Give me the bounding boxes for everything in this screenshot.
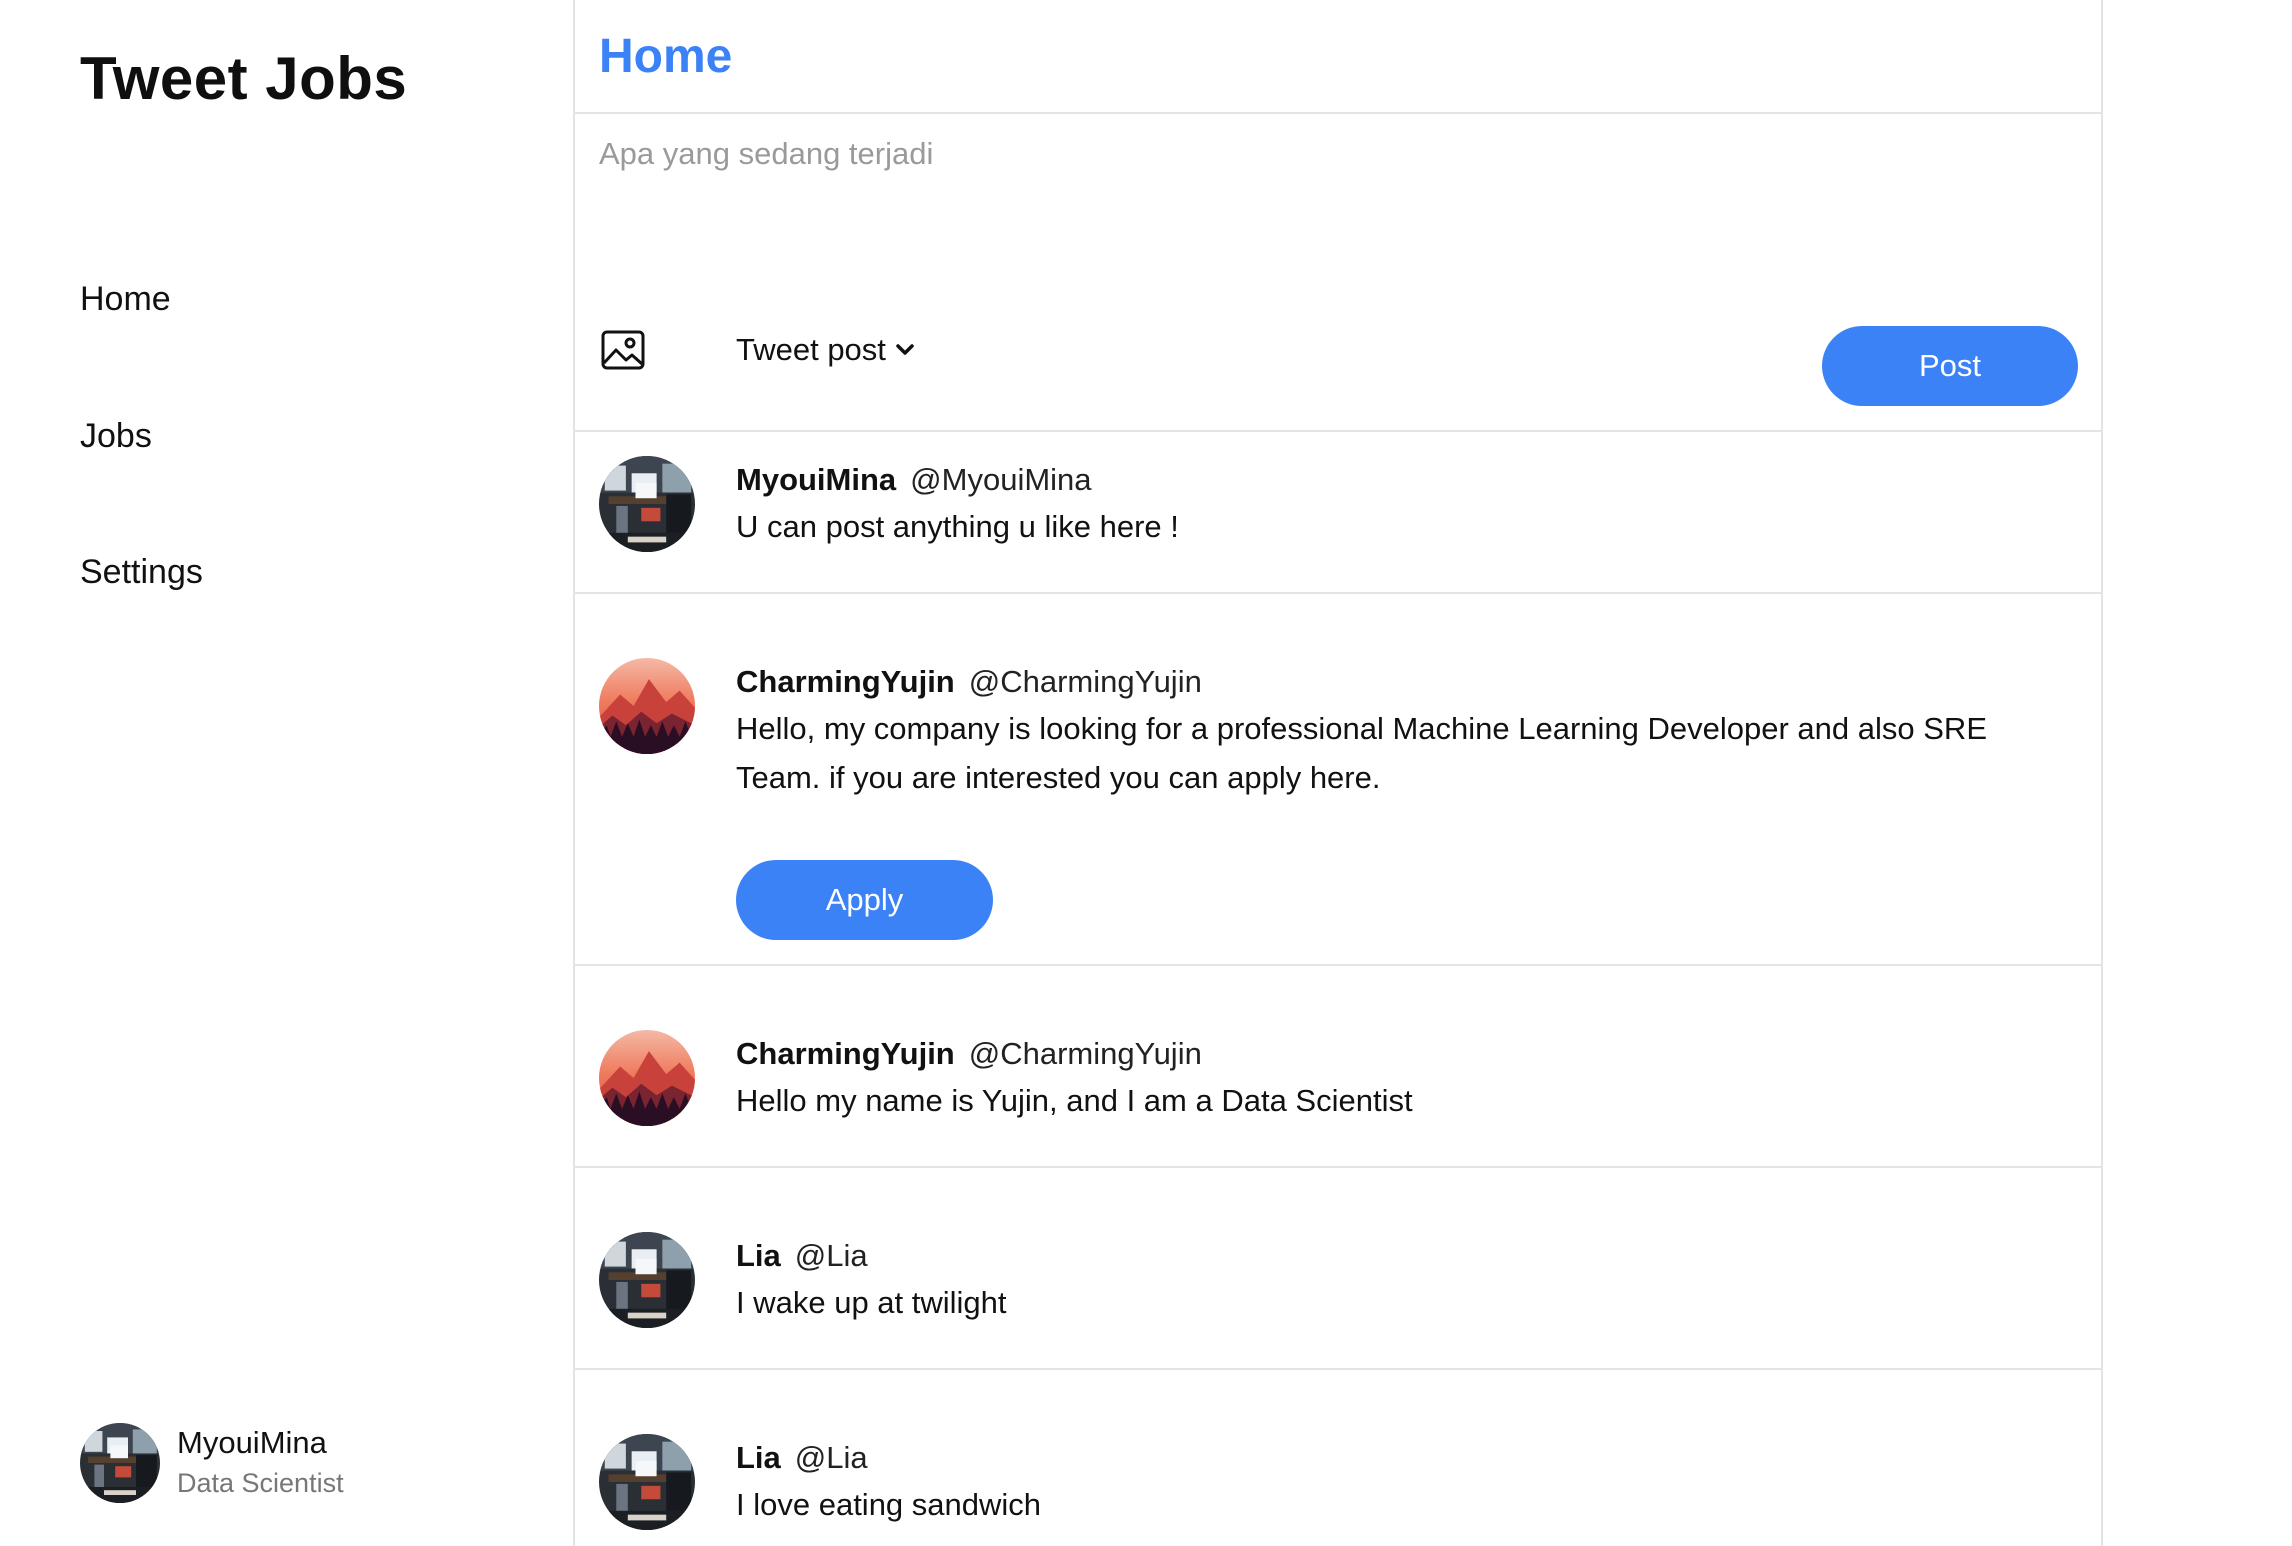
tweet-avatar[interactable]	[599, 658, 695, 754]
tweet-text: Hello my name is Yujin, and I am a Data …	[736, 1083, 1413, 1118]
tweet-text: Hello, my company is looking for a profe…	[736, 711, 1987, 795]
tweet-header: Lia @Lia	[736, 1440, 868, 1476]
page-title: Home	[599, 29, 733, 83]
apply-button[interactable]: Apply	[736, 860, 993, 940]
tweet-text: I wake up at twilight	[736, 1285, 1007, 1320]
tweet-avatar[interactable]	[599, 1030, 695, 1126]
tweet-author-name[interactable]: CharmingYujin	[736, 1036, 955, 1071]
sidebar: Tweet Jobs Home Jobs Settings MyouiMina …	[0, 0, 573, 1546]
tweet-header: CharmingYujin @CharmingYujin	[736, 1036, 1202, 1072]
main-header: Home	[575, 0, 2101, 114]
tweet-author-handle[interactable]: @CharmingYujin	[969, 664, 1202, 699]
tweet-author-name[interactable]: Lia	[736, 1238, 781, 1273]
tweet-author-handle[interactable]: @Lia	[795, 1238, 868, 1273]
tweet-header: CharmingYujin @CharmingYujin	[736, 664, 1202, 700]
profile-text: MyouiMina Data Scientist	[177, 1423, 344, 1503]
tweet-item[interactable]: Lia @Lia I wake up at twilight	[575, 1168, 2101, 1370]
tweet-item[interactable]: Lia @Lia I love eating sandwich	[575, 1370, 2101, 1546]
tweet-item[interactable]: CharmingYujin @CharmingYujin Hello, my co…	[575, 594, 2101, 966]
chevron-down-icon	[896, 344, 914, 355]
post-type-dropdown[interactable]: Tweet post	[736, 328, 914, 372]
tweet-author-handle[interactable]: @MyouiMina	[910, 462, 1091, 497]
tweet-header: Lia @Lia	[736, 1238, 868, 1274]
profile-role: Data Scientist	[177, 1467, 344, 1498]
profile-avatar	[80, 1423, 160, 1503]
tweet-text: I love eating sandwich	[736, 1487, 1042, 1522]
app: Tweet Jobs Home Jobs Settings MyouiMina …	[0, 0, 2292, 1546]
post-button[interactable]: Post	[1822, 326, 2078, 406]
image-icon[interactable]	[601, 330, 645, 370]
tweet-author-handle[interactable]: @CharmingYujin	[969, 1036, 1202, 1071]
tweet-item[interactable]: MyouiMina @MyouiMina U can post anything …	[575, 432, 2101, 594]
tweet-author-name[interactable]: Lia	[736, 1440, 781, 1475]
main-feed: Home Tweet post Post	[573, 0, 2103, 1546]
brand-title: Tweet Jobs	[80, 45, 408, 112]
tweet-author-name[interactable]: MyouiMina	[736, 462, 896, 497]
tweet-avatar[interactable]	[599, 456, 695, 552]
profile-name: MyouiMina	[177, 1424, 327, 1460]
profile-card[interactable]: MyouiMina Data Scientist	[80, 1420, 500, 1505]
tweet-author-handle[interactable]: @Lia	[795, 1440, 868, 1475]
tweet-avatar[interactable]	[599, 1434, 695, 1530]
tweet-avatar[interactable]	[599, 1232, 695, 1328]
tweet-composer: Tweet post Post	[575, 114, 2101, 432]
tweet-input[interactable]	[599, 136, 2059, 286]
tweet-item[interactable]: CharmingYujin @CharmingYujin Hello my nam…	[575, 966, 2101, 1168]
nav-item-jobs[interactable]: Jobs	[80, 417, 152, 456]
tweet-text: U can post anything u like here !	[736, 509, 1179, 544]
nav-item-settings[interactable]: Settings	[80, 553, 203, 592]
tweet-header: MyouiMina @MyouiMina	[736, 462, 1092, 498]
nav-item-home[interactable]: Home	[80, 280, 171, 319]
post-type-label: Tweet post	[736, 332, 886, 367]
tweet-author-name[interactable]: CharmingYujin	[736, 664, 955, 699]
